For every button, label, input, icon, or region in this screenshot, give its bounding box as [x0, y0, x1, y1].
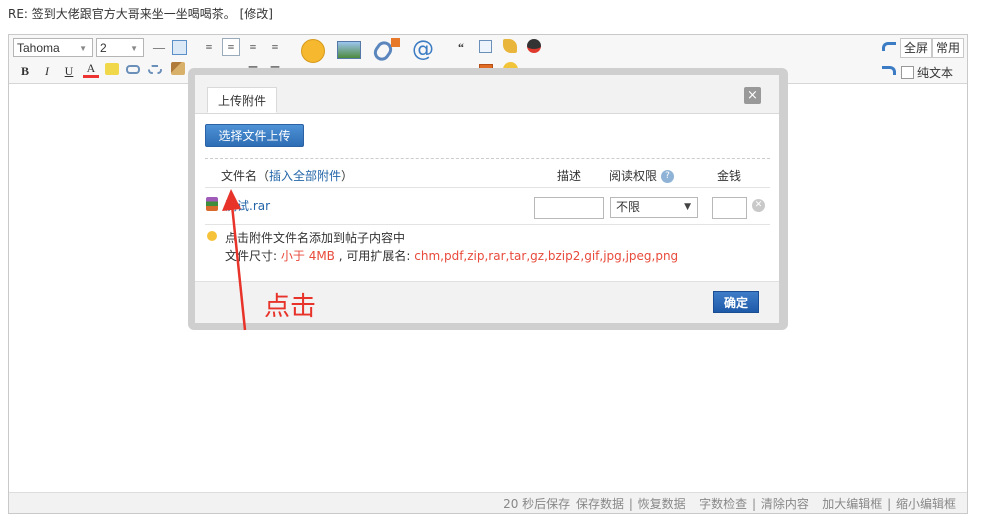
- horizontal-rule-icon[interactable]: —: [151, 39, 167, 55]
- shrink-editor-link[interactable]: 缩小编辑框: [896, 497, 956, 511]
- chevron-down-icon: ▼: [684, 202, 691, 212]
- chevron-down-icon: ▼: [79, 44, 87, 53]
- align-left-icon[interactable]: ≡: [201, 39, 217, 55]
- qq-icon[interactable]: [527, 39, 541, 53]
- clear-format-icon[interactable]: [171, 62, 185, 75]
- read-permission-value: 不限: [616, 200, 641, 214]
- annotation-arrow: [222, 189, 247, 331]
- annotation-text: 点击: [264, 292, 317, 322]
- highlight-icon[interactable]: [105, 63, 119, 75]
- restore-data-link[interactable]: 恢复数据: [638, 497, 686, 511]
- file-size-limit: 小于 4MB: [280, 249, 335, 263]
- help-icon[interactable]: ?: [661, 170, 674, 183]
- divider: [205, 224, 770, 225]
- free-icon[interactable]: [479, 40, 492, 53]
- enlarge-editor-link[interactable]: 加大编辑框: [822, 497, 882, 511]
- plain-text-checkbox[interactable]: [901, 66, 914, 79]
- post-title-line: RE: 签到大佬跟官方大哥来坐一坐喝喝茶。 [修改]: [8, 5, 273, 22]
- confirm-button[interactable]: 确定: [713, 291, 759, 313]
- redo-icon[interactable]: [882, 66, 896, 75]
- chevron-down-icon: ▼: [130, 44, 138, 53]
- common-mode-button[interactable]: 常用: [932, 38, 965, 58]
- extensions-label: , 可用扩展名:: [338, 249, 411, 263]
- align-center-icon[interactable]: ≡: [245, 39, 261, 55]
- price-input[interactable]: [712, 197, 747, 219]
- divider: [205, 158, 770, 159]
- align-justify-icon[interactable]: ≡: [222, 38, 240, 56]
- save-data-link[interactable]: 保存数据: [576, 497, 624, 511]
- font-family-select[interactable]: Tahoma ▼: [13, 38, 93, 57]
- clear-content-link[interactable]: 清除内容: [761, 497, 809, 511]
- font-color-button[interactable]: A: [83, 62, 99, 78]
- permission-column-header: 阅读权限: [609, 169, 658, 183]
- description-column-header: 描述: [557, 169, 582, 183]
- font-size-value: 2: [100, 41, 107, 55]
- tip-file-limits: 文件尺寸: 小于 4MB , 可用扩展名: chm,pdf,zip,rar,ta…: [225, 247, 678, 264]
- post-title: RE: 签到大佬跟官方大哥来坐一坐喝喝茶。: [8, 7, 236, 21]
- font-size-select[interactable]: 2 ▼: [96, 38, 144, 57]
- insert-all-attachments-link[interactable]: 插入全部附件: [269, 169, 341, 183]
- select-file-upload-button[interactable]: 选择文件上传: [205, 124, 304, 147]
- attachment-badge-icon: [391, 38, 400, 47]
- rar-file-icon: [206, 197, 218, 211]
- word-count-link[interactable]: 字数检查: [699, 497, 747, 511]
- editor-status-bar: 20 秒后保存 保存数据 | 恢复数据 字数检查 | 清除内容 加大编辑框 | …: [9, 492, 967, 513]
- image-icon[interactable]: [337, 41, 361, 59]
- font-family-value: Tahoma: [17, 41, 60, 55]
- fullscreen-button[interactable]: 全屏: [900, 38, 933, 58]
- link-icon[interactable]: [126, 65, 140, 74]
- italic-button[interactable]: I: [39, 63, 55, 79]
- read-permission-select[interactable]: 不限 ▼: [610, 197, 698, 218]
- align-right-icon[interactable]: ≡: [267, 39, 283, 55]
- description-input[interactable]: [534, 197, 604, 219]
- unlink-icon[interactable]: [148, 65, 162, 74]
- close-icon[interactable]: ×: [744, 87, 761, 104]
- undo-icon[interactable]: [882, 42, 896, 51]
- emoji-icon[interactable]: [301, 39, 325, 63]
- bold-button[interactable]: B: [17, 63, 33, 79]
- lightbulb-icon: [207, 231, 217, 241]
- divider: [205, 187, 770, 188]
- mention-icon[interactable]: @: [411, 38, 435, 62]
- plain-text-label[interactable]: 纯文本: [917, 64, 953, 81]
- delete-attachment-icon[interactable]: ✕: [752, 199, 765, 212]
- edit-title-link[interactable]: [修改]: [240, 7, 273, 21]
- table-icon[interactable]: [172, 40, 187, 55]
- status-items: 20 秒后保存 保存数据 | 恢复数据 字数检查 | 清除内容 加大编辑框 | …: [503, 497, 956, 511]
- price-column-header: 金钱: [717, 169, 742, 183]
- underline-button[interactable]: U: [61, 63, 77, 79]
- quote-icon[interactable]: “: [453, 39, 469, 55]
- hide-content-icon[interactable]: [503, 39, 517, 53]
- dialog-header: 上传附件 ×: [195, 75, 779, 114]
- autosave-status: 20 秒后保存: [503, 497, 571, 511]
- tab-upload-attachment[interactable]: 上传附件: [207, 87, 278, 113]
- allowed-extensions: chm,pdf,zip,rar,tar,gz,bzip2,gif,jpg,jpe…: [414, 249, 679, 263]
